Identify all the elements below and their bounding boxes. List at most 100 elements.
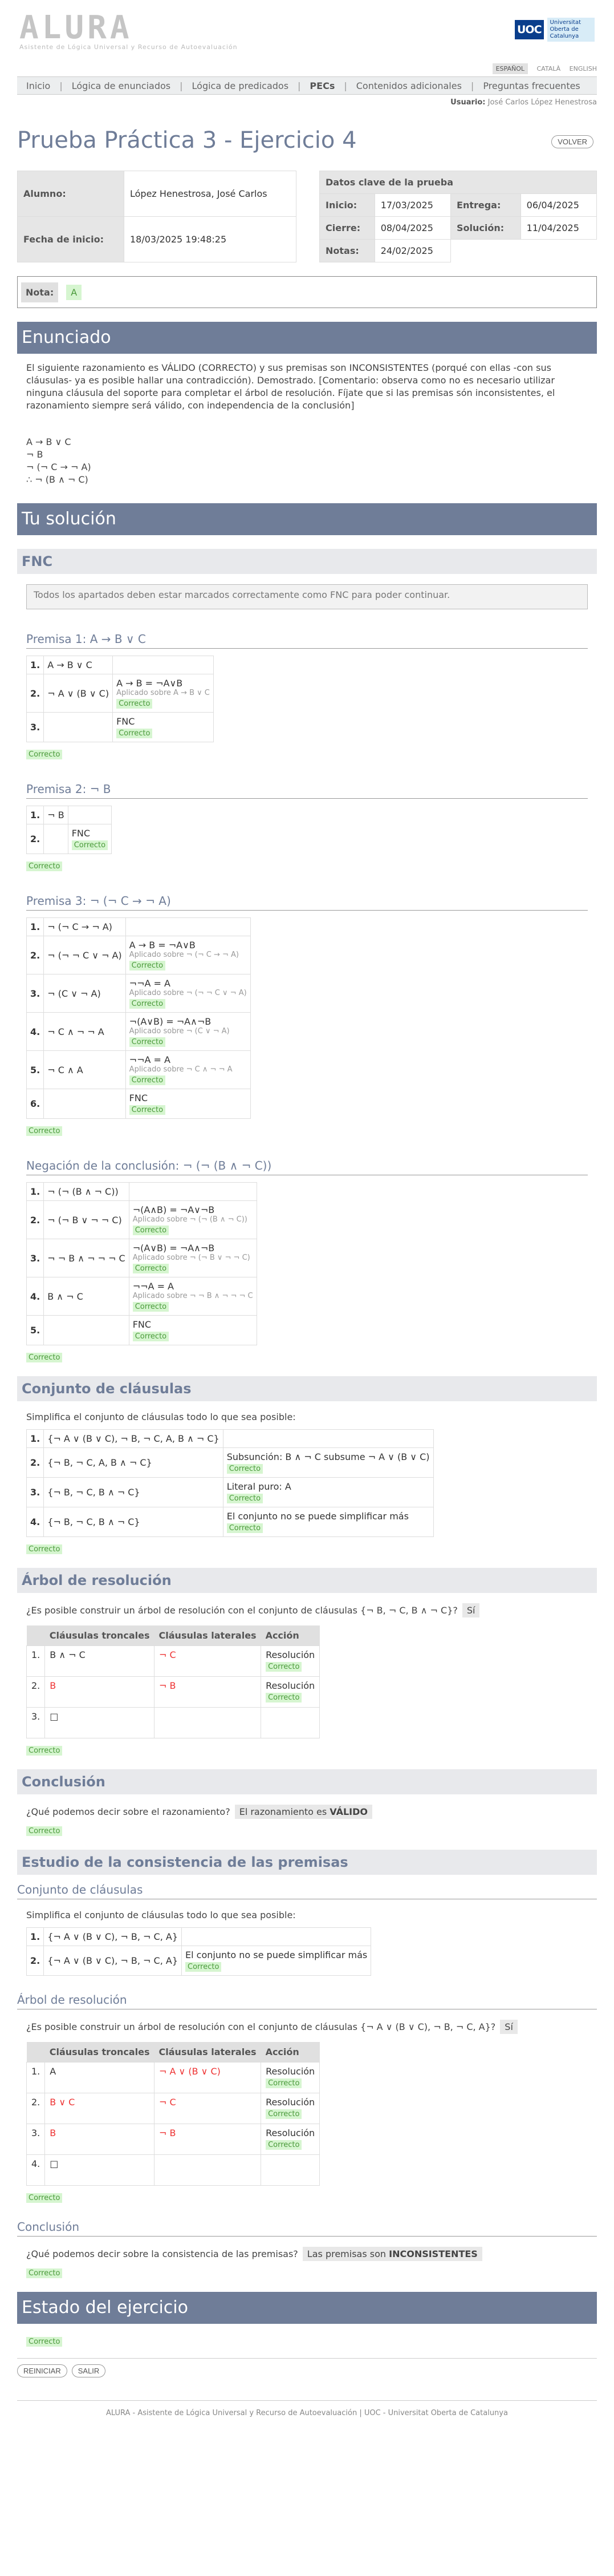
step-correct: Correcto (132, 1302, 169, 1312)
step-formula: ¬ (¬ ¬ C ∨ ¬ A) (43, 936, 126, 974)
step-rule (67, 806, 112, 824)
consistency-tree-title: Árbol de resolución (17, 1993, 597, 2009)
uoc-mark: UOC (515, 20, 544, 39)
step-rule (128, 1182, 257, 1201)
consistency-conclusion-answer[interactable]: Las premisas son INCONSISTENTES (302, 2247, 482, 2261)
step-number: 1. (26, 656, 44, 674)
action-text: Resolución (266, 2097, 315, 2108)
step-number: 5. (26, 1315, 44, 1345)
back-button[interactable]: Volver (551, 135, 593, 148)
step-formula: ¬ A ∨ (B ∨ C) (43, 674, 113, 713)
step-row: 3. ¬ ¬ B ∧ ¬ ¬ ¬ C ¬(A∨B) = ¬A∧¬B Aplicado … (26, 1239, 257, 1277)
lang-ca[interactable]: Català (537, 65, 561, 72)
menu-enunciados[interactable]: Lógica de enunciados (63, 80, 180, 91)
step-formula: A → B ∨ C (43, 656, 113, 674)
consistency-conclusion-question: ¿Qué podemos decir sobre la consistencia… (17, 2237, 597, 2261)
footer: ALURA - Asistente de Lógica Universal y … (17, 2400, 597, 2435)
step-rule: FNC Correcto (128, 1315, 257, 1345)
lateral-clause: ¬ A ∨ (B ∨ C) (154, 2062, 262, 2093)
rule-text: El conjunto no se puede simplificar más (185, 1950, 368, 1960)
step-formula: ¬ B (43, 806, 68, 824)
step-correct: Correcto (132, 1332, 169, 1341)
step-row: 1. ¬ (¬ C → ¬ A) (26, 917, 251, 936)
premise-3-title: Premisa 3: ¬ (¬ C → ¬ A) (26, 894, 588, 911)
step-formula (43, 712, 113, 742)
restart-button[interactable]: Reiniciar (17, 2364, 67, 2377)
user-name: José Carlos López Henestrosa (487, 98, 597, 107)
step-row: 4. B ∧ ¬ C ¬¬A = A Aplicado sobre ¬ ¬ B ∧ ¬… (26, 1277, 257, 1316)
student-table: Alumno: López Henestrosa, José Carlos Fec… (17, 171, 297, 262)
info-row: Alumno: López Henestrosa, José Carlos Fec… (17, 171, 597, 262)
conclusion-answer[interactable]: El razonamiento es VÁLIDO (234, 1805, 373, 1819)
clauses-table: 1. {¬ A ∨ (B ∨ C), ¬ B, ¬ C, A, B ∧ ¬ C} 2… (26, 1429, 434, 1537)
step-rule: FNC Correcto (112, 712, 214, 742)
step-row: 1. A → B ∨ C (26, 656, 214, 674)
fnc-header: FNC (17, 549, 597, 574)
menu-pecs[interactable]: PECs (300, 80, 344, 91)
step-row: 6. FNC Correcto (26, 1089, 251, 1119)
consistency-clauses-table: 1. {¬ A ∨ (B ∨ C), ¬ B, ¬ C, A} 2. {¬ A ∨ (… (26, 1927, 372, 1976)
tree-status: Correcto (26, 1746, 63, 1756)
step-number: 5. (26, 1050, 44, 1089)
exit-button[interactable]: Salir (71, 2364, 106, 2377)
premise-2-status: Correcto (26, 862, 63, 871)
clause-row: 1. {¬ A ∨ (B ∨ C), ¬ B, ¬ C, A, B ∧ ¬ C} (26, 1429, 434, 1448)
tree-action: Resolución Correcto (261, 2062, 320, 2093)
step-formula: B ∧ ¬ C (43, 1277, 129, 1316)
page-title: Prueba Práctica 3 - Ejercicio 4 Volver (17, 127, 597, 157)
applied-on: Aplicado sobre ¬ (¬ ¬ C ∨ ¬ A) (129, 989, 247, 997)
trunk-clause: B (44, 1676, 155, 1708)
clause-set: {¬ B, ¬ C, B ∧ ¬ C} (43, 1477, 223, 1507)
step-correct: Correcto (129, 961, 166, 970)
clause-correct: Correcto (185, 1962, 222, 1972)
alura-logo[interactable]: ALURA (19, 9, 133, 46)
tree-action: Resolución Correcto (261, 1676, 320, 1708)
rule-text: ¬(A∨B) = ¬A∧¬B (132, 1243, 215, 1253)
step-row: 1. ¬ B (26, 806, 112, 824)
menu-contenidos[interactable]: Contenidos adicionales (347, 80, 471, 91)
tree-answer[interactable]: Sí (462, 1603, 480, 1617)
step-correct: Correcto (129, 1075, 166, 1085)
action-correct: Correcto (266, 2078, 302, 2088)
applied-on: Aplicado sobre A → B ∨ C (116, 689, 210, 697)
step-formula (43, 824, 68, 854)
tree-action (261, 1707, 320, 1738)
consistency-tree-answer[interactable]: Sí (500, 2020, 518, 2034)
step-formula: ¬ (C ∨ ¬ A) (43, 974, 126, 1013)
uoc-name: Universitat Oberta de Catalunya (547, 18, 595, 42)
step-correct: Correcto (132, 1264, 169, 1273)
tree-header: Árbol de resolución (17, 1568, 597, 1593)
step-rule: ¬¬A = A Aplicado sobre ¬ ¬ B ∧ ¬ ¬ ¬ C Cor… (128, 1277, 257, 1316)
rule-text: ¬(A∨B) = ¬A∧¬B (129, 1016, 212, 1027)
menu-inicio[interactable]: Inicio (17, 80, 59, 91)
step-formula: ¬ C ∧ ¬ ¬ A (43, 1012, 126, 1051)
consistency-header: Estudio de la consistencia de las premis… (17, 1850, 597, 1875)
step-row: 2. FNC Correcto (26, 824, 112, 854)
tree-number: 3. (26, 1707, 46, 1738)
consistency-tree-table: Cláusulas troncales Cláusulas laterales Ac… (26, 2042, 320, 2186)
tree-action: Resolución Correcto (261, 2093, 320, 2124)
trunk-clause: A (44, 2062, 155, 2093)
rule-text: ¬(A∧B) = ¬A∨¬B (132, 1204, 215, 1215)
lang-en[interactable]: English (570, 65, 597, 72)
menu-faq[interactable]: Preguntas frecuentes (474, 80, 589, 91)
col-troncales: Cláusulas troncales (44, 1625, 154, 1646)
clause-row: 4. {¬ B, ¬ C, B ∧ ¬ C} El conjunto no se p… (26, 1507, 434, 1537)
menu-predicados[interactable]: Lógica de predicados (183, 80, 298, 91)
step-rule: A → B = ¬A∨B Aplicado sobre A → B ∨ C Corr… (112, 674, 214, 713)
negation-steps: 1. ¬ (¬ (B ∧ ¬ C)) 2. ¬ (¬ B ∨ ¬ ¬ C) ¬(A∧B)… (26, 1182, 257, 1345)
step-row: 3. FNC Correcto (26, 712, 214, 742)
clause-row: 1. {¬ A ∨ (B ∨ C), ¬ B, ¬ C, A} (26, 1927, 372, 1946)
negation-title: Negación de la conclusión: ¬ (¬ (B ∧ ¬ C… (26, 1159, 588, 1175)
clause-row: 2. {¬ B, ¬ C, A, B ∧ ¬ C} Subsunción: B ∧ … (26, 1447, 434, 1478)
page: ALURA Asistente de Lógica Universal y Re… (0, 0, 614, 2435)
consistency-conclusion-status: Correcto (26, 2268, 63, 2278)
lang-es[interactable]: Español (492, 63, 528, 74)
trunk-clause: □ (44, 1707, 155, 1738)
uoc-logo[interactable]: UOC Universitat Oberta de Catalunya (515, 17, 595, 42)
clause-rule: El conjunto no se puede simplificar más C… (222, 1507, 434, 1537)
step-rule: A → B = ¬A∨B Aplicado sobre ¬ (¬ C → ¬ A)… (125, 936, 251, 974)
step-number: 2. (26, 936, 44, 974)
student-name: López Henestrosa, José Carlos (123, 171, 297, 217)
step-formula: ¬ (¬ C → ¬ A) (43, 917, 126, 936)
